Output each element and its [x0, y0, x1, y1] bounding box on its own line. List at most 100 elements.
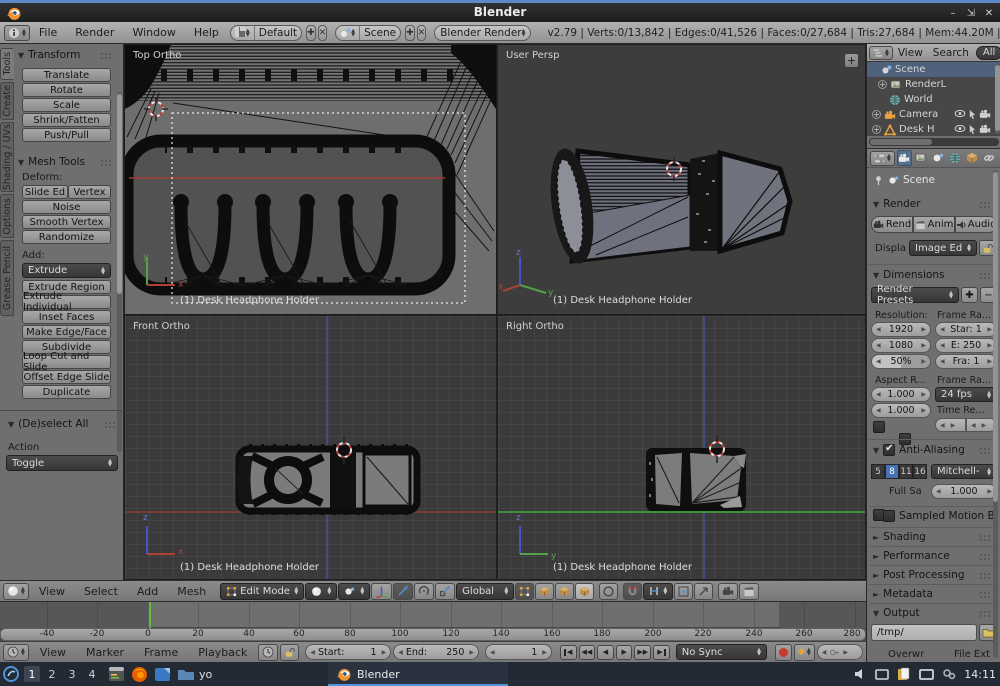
scale-button[interactable]: Scale: [22, 98, 111, 112]
close-button[interactable]: ✕: [982, 8, 996, 20]
expand-icon[interactable]: +: [872, 125, 881, 134]
panel-header-deselect-all[interactable]: ▼(De)select All: [8, 418, 88, 430]
cursor-select-icon[interactable]: [968, 109, 977, 120]
taskbar-active-task[interactable]: Blender: [328, 662, 508, 686]
frame-start-field[interactable]: Start:1: [305, 644, 391, 660]
camera-restrict-icon[interactable]: [979, 124, 991, 134]
inset-faces-button[interactable]: Inset Faces: [22, 310, 111, 324]
proportional-edit-button[interactable]: [599, 583, 618, 600]
panel-header-shading[interactable]: ►Shading: [873, 531, 926, 543]
aa-samples-11[interactable]: 11: [899, 464, 913, 479]
panel-header-performance[interactable]: ►Performance: [873, 550, 950, 562]
menu-window[interactable]: Window: [123, 26, 184, 39]
tab-render[interactable]: [897, 150, 912, 166]
panel-grip[interactable]: [979, 591, 992, 598]
panel-header-metadata[interactable]: ►Metadata: [873, 588, 933, 600]
tab-scene[interactable]: [931, 150, 946, 166]
menu-frame[interactable]: Frame: [135, 646, 187, 659]
volume-icon[interactable]: [854, 668, 867, 680]
menu-select[interactable]: Select: [75, 585, 127, 598]
extrude-dropdown[interactable]: Extrude: [22, 263, 111, 278]
resolution-y-field[interactable]: 1080: [871, 338, 931, 353]
eye-icon[interactable]: [954, 124, 966, 133]
tab-object[interactable]: [965, 150, 980, 166]
playhead[interactable]: [149, 602, 151, 628]
jump-to-end-button[interactable]: ▶: [653, 645, 670, 660]
viewport-shading-dropdown[interactable]: [305, 583, 337, 600]
tab-constraints[interactable]: [982, 150, 997, 166]
vertex-slide-button[interactable]: Vertex: [68, 185, 111, 199]
viewport-right-ortho[interactable]: Right Ortho z y (1) Desk Headphone Holde…: [497, 315, 866, 580]
timeline-scrollbar[interactable]: [0, 628, 866, 641]
tab-options[interactable]: Options: [0, 194, 14, 238]
menu-search[interactable]: Search: [928, 47, 974, 59]
sync-gears-icon[interactable]: [942, 668, 956, 680]
aspect-y-field[interactable]: 1.000: [871, 403, 931, 418]
next-keyframe-button[interactable]: ▶▶: [634, 645, 651, 660]
current-frame-field[interactable]: 1: [485, 644, 552, 660]
folder-window-icon[interactable]: [177, 667, 195, 681]
menu-view[interactable]: View: [31, 646, 75, 659]
panel-grip[interactable]: [100, 159, 113, 166]
display-icon[interactable]: [919, 669, 934, 680]
aa-samples-5[interactable]: 5: [871, 464, 885, 479]
filter-size-field[interactable]: 1.000: [931, 484, 997, 499]
editor-type-button[interactable]: [3, 583, 29, 600]
panel-grip[interactable]: [979, 572, 992, 579]
window-titlebar[interactable]: Blender – ⇲ ✕: [0, 0, 1000, 22]
transform-orientation-dropdown[interactable]: Global: [456, 583, 514, 600]
translate-button[interactable]: Translate: [22, 68, 111, 82]
aa-samples-16[interactable]: 16: [913, 464, 927, 479]
menu-file[interactable]: File: [30, 26, 66, 39]
outliner-item-camera[interactable]: + Camera: [867, 107, 1000, 122]
shrink-fatten-button[interactable]: Shrink/Fatten: [22, 113, 111, 127]
time-remap-old-field[interactable]: [935, 418, 966, 432]
panel-header-post-processing[interactable]: ►Post Processing: [873, 569, 965, 581]
menu-marker[interactable]: Marker: [77, 646, 133, 659]
panel-grip[interactable]: [979, 272, 992, 279]
panel-header-output[interactable]: ▼Output: [873, 607, 920, 619]
make-edge-face-button[interactable]: Make Edge/Face: [22, 325, 111, 339]
panel-grip[interactable]: [979, 610, 992, 617]
delete-scene-button[interactable]: ✕: [417, 25, 427, 41]
randomize-button[interactable]: Randomize: [22, 230, 111, 244]
minimize-button[interactable]: –: [946, 8, 960, 20]
panel-grip[interactable]: [979, 201, 992, 208]
frame-start-field[interactable]: Star: 1: [935, 322, 997, 337]
prev-keyframe-button[interactable]: ◀◀: [579, 645, 596, 660]
resolution-percentage-slider[interactable]: 50%: [871, 354, 931, 369]
render-engine-selector[interactable]: Blender Render: [434, 25, 531, 41]
anti-aliasing-checkbox[interactable]: [883, 444, 895, 456]
translate-manipulator-button[interactable]: [393, 583, 413, 600]
output-path-field[interactable]: /tmp/: [871, 624, 977, 641]
firefox-icon[interactable]: [131, 666, 148, 683]
scene-selector[interactable]: Scene: [335, 25, 401, 41]
editor-type-button[interactable]: [869, 46, 893, 60]
render-presets-dropdown[interactable]: Render Presets: [871, 287, 959, 303]
outliner-hscrollbar-thumb[interactable]: [870, 139, 932, 145]
fields-checkbox[interactable]: [873, 421, 885, 433]
tab-tools[interactable]: Tools: [0, 48, 14, 80]
vertex-select-mode-button[interactable]: [515, 583, 534, 600]
panel-grip[interactable]: [979, 534, 992, 541]
scene-name[interactable]: Scene: [360, 26, 400, 40]
aa-samples-8[interactable]: 8: [885, 464, 899, 479]
limit-to-visible-button[interactable]: [575, 583, 594, 600]
panel-grip[interactable]: [100, 52, 113, 59]
action-dropdown[interactable]: Toggle: [6, 455, 118, 471]
viewport-user-persp[interactable]: User Persp + z y x (1) Desk Headphone Ho…: [497, 44, 866, 315]
motion-blur-checkbox[interactable]: [883, 510, 895, 522]
display-filter-dropdown[interactable]: All: [976, 46, 1000, 60]
viewport-front-ortho[interactable]: Front Ortho z x (1) Desk Headphone Holde…: [124, 315, 497, 580]
add-scene-button[interactable]: ✚: [405, 25, 415, 41]
tab-grease-pencil[interactable]: Grease Pencil: [0, 240, 14, 316]
tab-create[interactable]: Create: [0, 82, 14, 120]
render-animation-button[interactable]: Anim: [913, 216, 955, 233]
lock-time-button[interactable]: [280, 644, 299, 661]
properties-scrollbar-thumb[interactable]: [993, 172, 998, 502]
play-reverse-button[interactable]: ◀: [597, 645, 614, 660]
loop-cut-slide-button[interactable]: Loop Cut and Slide: [22, 355, 111, 369]
editor-type-button[interactable]: [4, 25, 30, 41]
workspace-1[interactable]: 1: [24, 666, 40, 682]
menu-playback[interactable]: Playback: [189, 646, 256, 659]
